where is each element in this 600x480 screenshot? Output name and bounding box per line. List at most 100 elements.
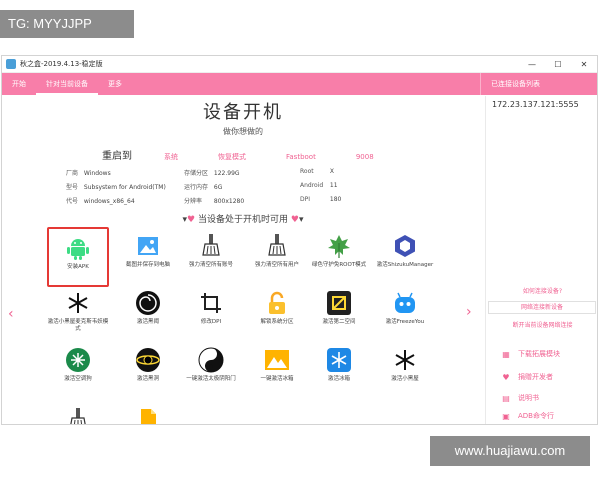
disconnect-link[interactable]: 断开当前设备网络连接 [486,320,597,329]
broom-icon [264,233,290,259]
yinyang-icon [198,347,224,373]
function-tile[interactable]: 激活ShizukuManager [374,227,436,287]
function-tile[interactable]: 激活黑阈 [117,284,179,344]
function-tile[interactable] [117,401,179,424]
function-tile[interactable]: 激活小黑屋 [374,341,436,401]
reboot-label: 重启到 [102,151,132,162]
function-tile[interactable]: 强力清空所有用户 [246,227,308,287]
book-icon: ▤ [502,393,510,403]
file-icon [135,407,161,424]
menu-more[interactable]: 更多 [98,73,132,95]
info-storage: 存储分区 122.99G [184,170,240,177]
dog-icon [65,347,91,373]
function-tile[interactable]: 激活FreezeYou [374,284,436,344]
function-tile[interactable]: 解锁系统分区 [246,284,308,344]
shizuku-icon [392,233,418,259]
manual-item[interactable]: ▤ 说明书 [500,393,539,403]
close-button[interactable]: ✕ [571,60,597,69]
broom-icon [65,407,91,424]
menu-bar: 开始 针对当前设备 更多 已连接设备列表 [2,73,597,95]
page-subtitle: 做你想做的 [223,127,263,136]
function-tile[interactable]: 安装APK [47,227,109,287]
section-arrow-right: ▾ [298,215,304,225]
blackhole-icon [135,347,161,373]
function-tile[interactable]: 强力清空所有账号 [180,227,242,287]
reboot-system-link[interactable]: 系统 [164,152,178,162]
screenshot-stage: TG: MYYJJPP 秋之盒-2019.4.13-稳定版 — ☐ ✕ 开始 针… [0,0,600,480]
function-tile[interactable]: 绿色守护免ROOT模式 [308,227,370,287]
donate-item[interactable]: ♥ 捐赠开发者 [500,372,553,382]
title-bar: 秋之盒-2019.4.13-稳定版 — ☐ ✕ [2,56,597,73]
main-panel: 设备开机 做你想做的 重启到 系统 恢复模式 Fastboot 9008 厂商 … [2,96,484,424]
info-dpi: DPI 180 [300,196,342,203]
robot-icon [392,290,418,316]
function-tile[interactable]: 激活空调狗 [47,341,109,401]
reboot-recovery-link[interactable]: 恢复模式 [218,152,246,162]
function-tile[interactable]: 激活黑洞 [117,341,179,401]
download-icon: ▦ [502,349,510,359]
side-panel: 172.23.137.121:5555 如何连接设备? 网络连接新设备 断开当前… [485,96,597,424]
function-tile[interactable] [47,401,109,424]
info-root: Root X [300,168,335,175]
download-modules-item[interactable]: ▦ 下载拓展模块 [500,349,560,359]
how-to-connect-link[interactable]: 如何连接设备? [486,286,597,295]
info-model: 型号 Subsystem for Android(TM) [66,184,166,191]
adb-terminal-item[interactable]: ▣ ADB命令行 [500,411,554,421]
crop-icon [198,290,224,316]
prev-page-arrow[interactable]: ‹ [8,306,14,322]
info-ram: 运行内存 6G [184,184,223,191]
site-watermark: www.huajiawu.com [430,436,590,466]
tile-label: 激活ShizukuManager [376,262,434,268]
tile-label: 激活小黑屋 [391,376,419,382]
tile-label: 激活黑阈 [136,319,159,325]
info-resolution: 分辨率 800x1280 [184,198,245,205]
function-tile[interactable]: 激活第二空间 [308,284,370,344]
tile-label: 安装APK [67,264,89,270]
tile-label: 激活小黑屋麦克斯韦妖模式 [47,319,109,332]
tile-label: 强力清空所有账号 [188,262,233,268]
tile-label: 激活空调狗 [64,376,92,382]
menu-current-device[interactable]: 针对当前设备 [36,73,98,95]
tile-label: 截图并保存到电脑 [125,262,170,268]
info-codename: 代号 windows_x86_64 [66,198,135,205]
heart-icon: ♥ [290,215,299,225]
function-tile[interactable]: 截图并保存到电脑 [117,227,179,287]
tile-label: 激活FreezeYou [385,319,425,325]
square-icon [326,290,352,316]
menu-start[interactable]: 开始 [2,73,36,95]
unlock-icon [264,290,290,316]
heart-icon: ♥ [187,215,196,225]
tile-label: 绿色守护免ROOT模式 [311,262,367,268]
connected-devices-header: 已连接设备列表 [480,73,597,95]
picture-icon [135,233,161,259]
info-vendor: 厂商 Windows [66,170,111,177]
maximize-button[interactable]: ☐ [545,60,571,69]
function-tile[interactable]: 激活小黑屋麦克斯韦妖模式 [47,284,109,344]
mountain-icon [264,347,290,373]
terminal-icon: ▣ [502,411,510,421]
android-icon [65,235,91,261]
ice-icon [326,347,352,373]
tile-label: 激活黑洞 [136,376,159,382]
network-connect-button[interactable]: 网络连接新设备 [488,301,596,314]
tile-label: 激活冰箱 [327,376,350,382]
next-page-arrow[interactable]: › [466,304,472,320]
section-title: ▾♥ 当设备处于开机时可用 ♥▾ [182,215,304,225]
tile-label: 一键激活太极阴阳门 [186,376,236,382]
snowflake-icon [65,290,91,316]
tile-label: 修改DPI [200,319,222,325]
reboot-actions: 重启到 系统 恢复模式 Fastboot 9008 [102,147,414,162]
function-tile[interactable]: 一键激活冰箱 [246,341,308,401]
tile-label: 一键激活冰箱 [260,376,294,382]
function-tile[interactable]: 一键激活太极阴阳门 [180,341,242,401]
broom-icon [198,233,224,259]
function-tile[interactable]: 修改DPI [180,284,242,344]
tile-label: 解锁系统分区 [260,319,294,325]
function-tile[interactable]: 激活冰箱 [308,341,370,401]
page-title: 设备开机 [203,102,283,123]
device-ip[interactable]: 172.23.137.121:5555 [492,100,579,109]
reboot-fastboot-link[interactable]: Fastboot [286,153,316,161]
minimize-button[interactable]: — [519,60,545,69]
reboot-9008-link[interactable]: 9008 [356,153,374,161]
tile-label: 激活第二空间 [322,319,356,325]
